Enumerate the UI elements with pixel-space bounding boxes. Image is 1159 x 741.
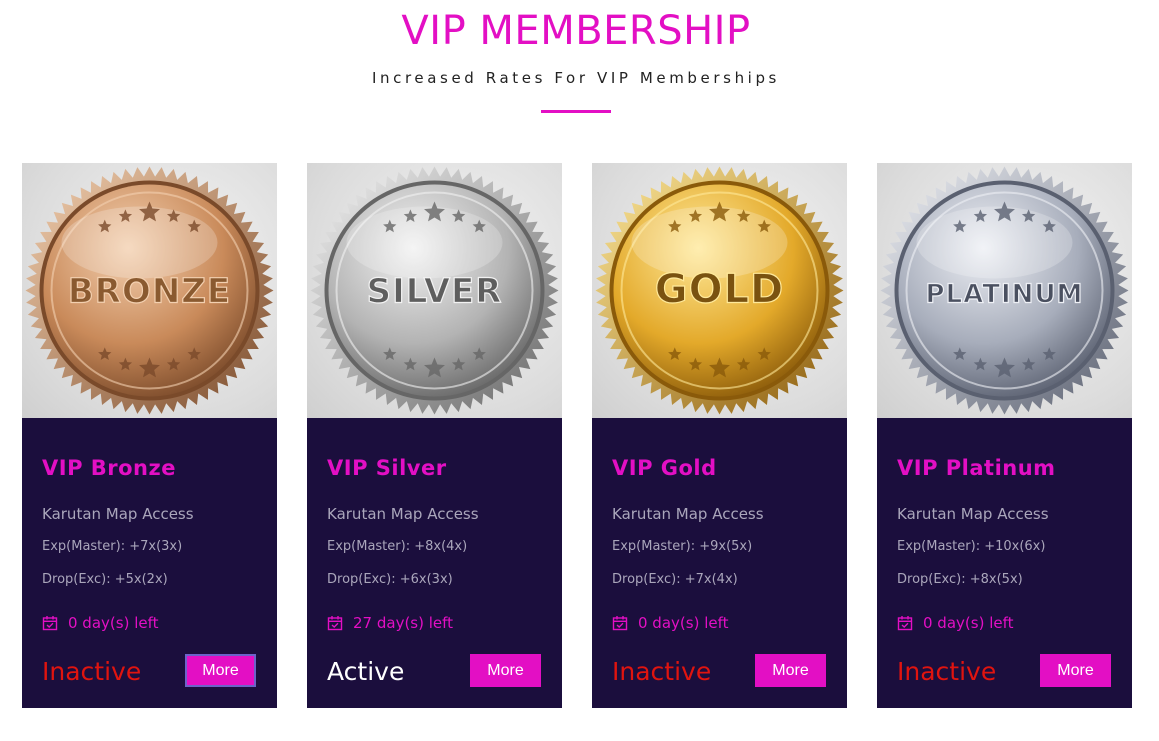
medal-badge-icon: BRONZE xyxy=(25,166,274,415)
status-label: Inactive xyxy=(612,657,712,686)
days-left: 0 day(s) left xyxy=(638,614,729,632)
perk-exp: Exp(Master): +7x(3x) xyxy=(42,539,183,554)
silver-medal-image: SILVER xyxy=(307,163,562,418)
perk-exp: Exp(Master): +10x(6x) xyxy=(897,539,1046,554)
days-left-row: 27 day(s) left xyxy=(327,614,453,632)
calendar-check-icon xyxy=(42,616,58,631)
card-title: VIP Gold xyxy=(612,456,717,480)
more-button[interactable]: More xyxy=(185,654,256,687)
vip-card-silver: SILVER VIP Silver Karutan Map Access Exp… xyxy=(307,163,562,708)
perk-drop: Drop(Exc): +8x(5x) xyxy=(897,572,1023,587)
vip-card-platinum: PLATINUM VIP Platinum Karutan Map Access… xyxy=(877,163,1132,708)
medal-badge-icon: PLATINUM xyxy=(880,166,1129,415)
days-left: 0 day(s) left xyxy=(68,614,159,632)
vip-card-bronze: BRONZE VIP Bronze Karutan Map Access Exp… xyxy=(22,163,277,708)
svg-text:SILVER: SILVER xyxy=(367,272,503,312)
calendar-check-icon xyxy=(612,616,628,631)
page-title: VIP MEMBERSHIP xyxy=(401,8,751,54)
title-divider xyxy=(541,110,611,113)
svg-text:BRONZE: BRONZE xyxy=(68,272,231,312)
platinum-medal-image: PLATINUM xyxy=(877,163,1132,418)
vip-card-gold: GOLD VIP Gold Karutan Map Access Exp(Mas… xyxy=(592,163,847,708)
card-title: VIP Platinum xyxy=(897,456,1056,480)
days-left-row: 0 day(s) left xyxy=(897,614,1013,632)
perk-drop: Drop(Exc): +6x(3x) xyxy=(327,572,453,587)
status-label: Inactive xyxy=(42,657,142,686)
days-left-row: 0 day(s) left xyxy=(612,614,728,632)
more-button[interactable]: More xyxy=(755,654,826,687)
svg-text:PLATINUM: PLATINUM xyxy=(926,280,1084,310)
medal-badge-icon: SILVER xyxy=(310,166,559,415)
perk-map-access: Karutan Map Access xyxy=(327,505,479,523)
medal-badge-icon: GOLD xyxy=(595,166,844,415)
more-button[interactable]: More xyxy=(470,654,541,687)
bronze-medal-image: BRONZE xyxy=(22,163,277,418)
perk-drop: Drop(Exc): +7x(4x) xyxy=(612,572,738,587)
page-subtitle: Increased Rates For VIP Memberships xyxy=(372,69,780,87)
days-left: 27 day(s) left xyxy=(353,614,454,632)
card-title: VIP Bronze xyxy=(42,456,176,480)
svg-text:GOLD: GOLD xyxy=(655,267,785,313)
days-left: 0 day(s) left xyxy=(923,614,1014,632)
status-label: Active xyxy=(327,657,405,686)
perk-map-access: Karutan Map Access xyxy=(897,505,1049,523)
perk-exp: Exp(Master): +8x(4x) xyxy=(327,539,468,554)
days-left-row: 0 day(s) left xyxy=(42,614,158,632)
card-title: VIP Silver xyxy=(327,456,447,480)
calendar-check-icon xyxy=(327,616,343,631)
perk-exp: Exp(Master): +9x(5x) xyxy=(612,539,753,554)
perk-map-access: Karutan Map Access xyxy=(42,505,194,523)
perk-map-access: Karutan Map Access xyxy=(612,505,764,523)
gold-medal-image: GOLD xyxy=(592,163,847,418)
perk-drop: Drop(Exc): +5x(2x) xyxy=(42,572,168,587)
status-label: Inactive xyxy=(897,657,997,686)
more-button[interactable]: More xyxy=(1040,654,1111,687)
calendar-check-icon xyxy=(897,616,913,631)
